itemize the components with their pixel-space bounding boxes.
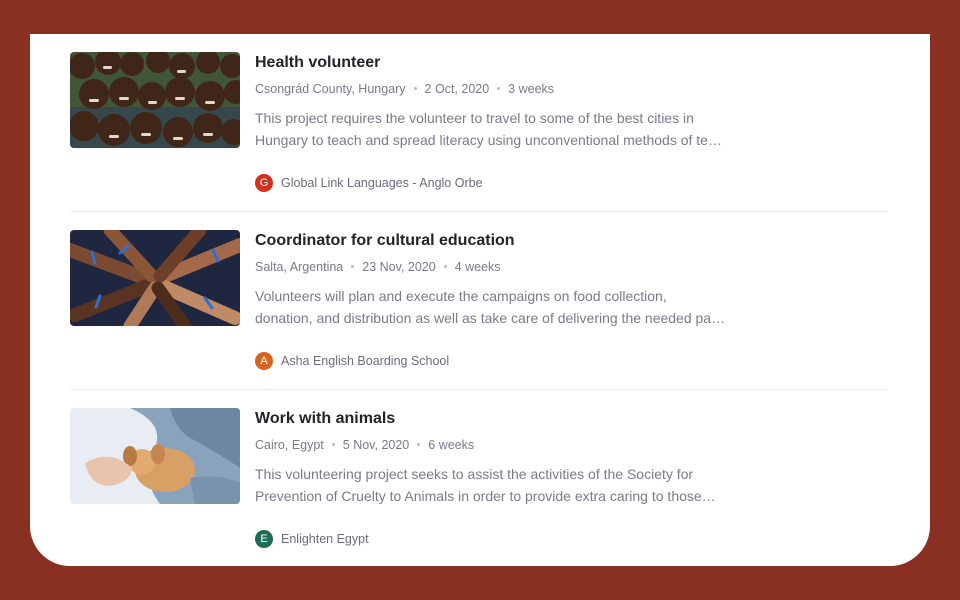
project-info: Health volunteer Csongrád County, Hungar…: [255, 52, 755, 151]
separator-dot-icon: [351, 265, 355, 269]
project-meta: Cairo, Egypt 5 Nov, 2020 6 weeks: [255, 436, 755, 454]
project-duration: 3 weeks: [508, 82, 555, 96]
stacked-hands-photo-icon: [70, 230, 240, 326]
project-thumbnail[interactable]: [70, 230, 240, 326]
project-duration: 4 weeks: [454, 260, 501, 274]
description-line: This volunteering project seeks to assis…: [255, 466, 694, 482]
project-duration: 6 weeks: [428, 438, 475, 452]
divider: [70, 389, 888, 390]
project-title[interactable]: Work with animals: [255, 408, 755, 430]
separator-dot-icon: [497, 87, 501, 91]
organization[interactable]: A Asha English Boarding School: [255, 352, 449, 370]
project-list-item[interactable]: Work with animals Cairo, Egypt 5 Nov, 202…: [70, 408, 888, 566]
organization-name: Global Link Languages - Anglo Orbe: [281, 176, 483, 190]
separator-dot-icon: [331, 443, 335, 447]
organization-name: Enlighten Egypt: [281, 532, 369, 546]
project-location: Csongrád County, Hungary: [255, 82, 406, 96]
project-title[interactable]: Health volunteer: [255, 52, 755, 74]
organization[interactable]: G Global Link Languages - Anglo Orbe: [255, 174, 483, 192]
separator-dot-icon: [443, 265, 447, 269]
description-line: donation, and distribution as well as ta…: [255, 310, 726, 326]
project-meta: Csongrád County, Hungary 2 Oct, 2020 3 wee…: [255, 80, 755, 98]
project-thumbnail[interactable]: [70, 52, 240, 148]
separator-dot-icon: [413, 87, 417, 91]
description-line: Volunteers will plan and execute the cam…: [255, 288, 667, 304]
project-description: This volunteering project seeks to assis…: [255, 463, 740, 507]
project-date: 5 Nov, 2020: [342, 438, 410, 452]
project-description: Volunteers will plan and execute the cam…: [255, 285, 740, 329]
separator-dot-icon: [417, 443, 421, 447]
project-description: This project requires the volunteer to t…: [255, 107, 740, 151]
project-date: 2 Oct, 2020: [424, 82, 490, 96]
project-list-item[interactable]: Health volunteer Csongrád County, Hungar…: [70, 52, 888, 212]
project-info: Coordinator for cultural education Salta…: [255, 230, 755, 329]
project-title[interactable]: Coordinator for cultural education: [255, 230, 755, 252]
project-info: Work with animals Cairo, Egypt 5 Nov, 202…: [255, 408, 755, 507]
project-thumbnail[interactable]: [70, 408, 240, 504]
organization-avatar: A: [255, 352, 273, 370]
description-line: Hungary to teach and spread literacy usi…: [255, 132, 722, 148]
project-list-card: Health volunteer Csongrád County, Hungar…: [30, 34, 930, 566]
organization[interactable]: E Enlighten Egypt: [255, 530, 369, 548]
description-line: Prevention of Cruelty to Animals in orde…: [255, 488, 716, 504]
project-meta: Salta, Argentina 23 Nov, 2020 4 weeks: [255, 258, 755, 276]
project-list-item[interactable]: Coordinator for cultural education Salta…: [70, 230, 888, 390]
project-location: Salta, Argentina: [255, 260, 344, 274]
puppy-in-arms-photo-icon: [70, 408, 240, 504]
project-location: Cairo, Egypt: [255, 438, 324, 452]
organization-avatar: G: [255, 174, 273, 192]
project-date: 23 Nov, 2020: [362, 260, 436, 274]
group-of-children-photo-icon: [70, 52, 240, 148]
description-line: This project requires the volunteer to t…: [255, 110, 694, 126]
divider: [70, 211, 888, 212]
organization-name: Asha English Boarding School: [281, 354, 450, 368]
organization-avatar: E: [255, 530, 273, 548]
